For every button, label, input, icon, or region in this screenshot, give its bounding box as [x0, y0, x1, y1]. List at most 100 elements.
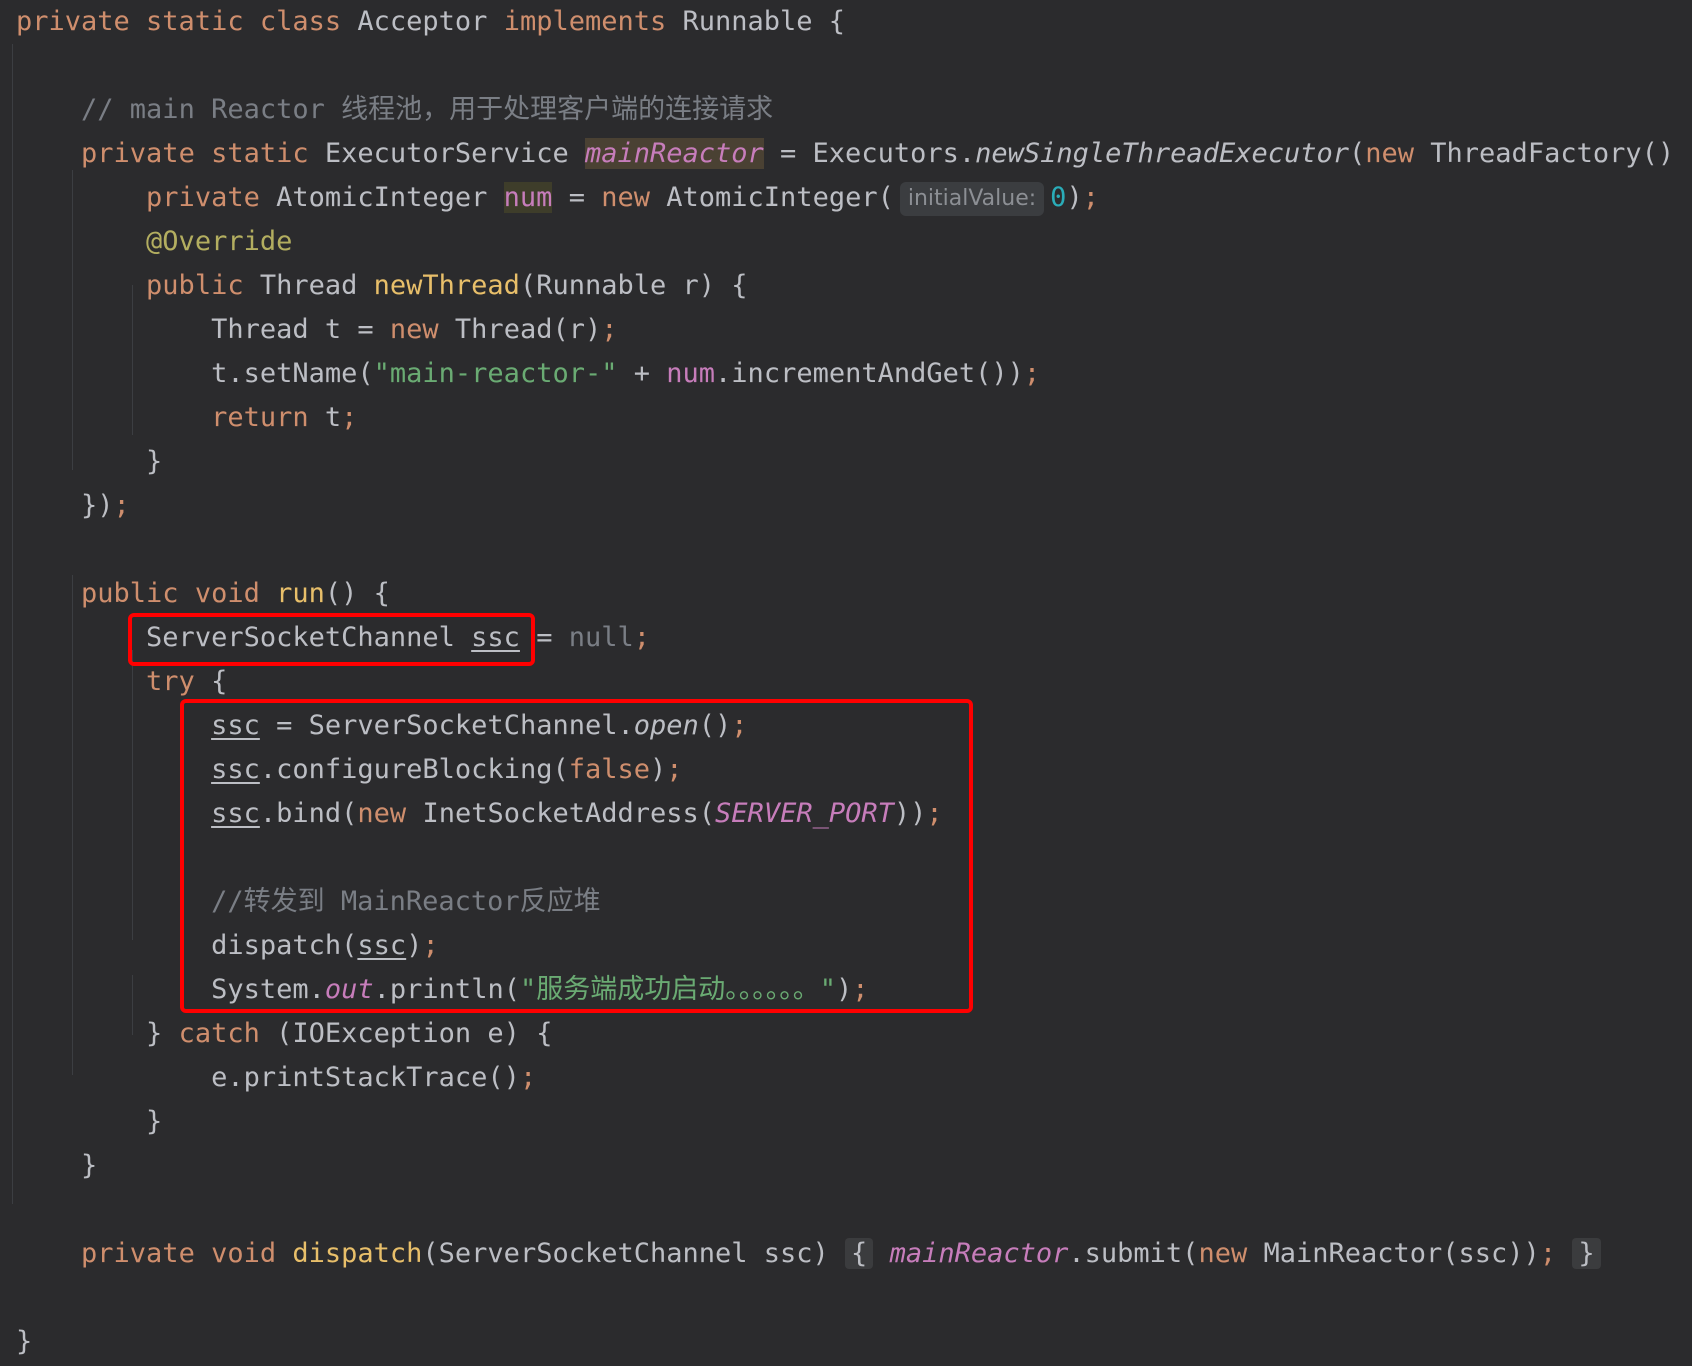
code-token: ExecutorService — [324, 138, 585, 169]
code-token: num — [503, 182, 553, 213]
code-token: .incrementAndGet()) — [715, 358, 1024, 389]
code-token: catch — [178, 1018, 277, 1049]
code-token: "main-reactor-" — [373, 358, 618, 389]
code-token: run — [276, 578, 325, 609]
code-line[interactable]: private AtomicInteger num = new AtomicIn… — [16, 176, 1099, 220]
code-token: ; — [1023, 358, 1041, 389]
code-token: private void — [81, 1238, 293, 1269]
code-token: } — [146, 1018, 179, 1049]
code-token: { — [211, 666, 228, 697]
code-token: = — [552, 182, 602, 213]
code-token: private static class — [16, 6, 358, 37]
code-token: AtomicInteger( — [666, 182, 894, 213]
code-token: Thread(r) — [454, 314, 602, 345]
code-token: new — [1365, 138, 1431, 169]
code-line[interactable]: e.printStackTrace(); — [16, 1056, 536, 1100]
code-token: MainReactor(ssc)) — [1263, 1238, 1540, 1269]
code-line[interactable]: @Override — [16, 220, 292, 264]
code-token: }) — [81, 490, 114, 521]
code-line[interactable]: public void run() { — [16, 572, 390, 616]
code-token: ThreadFactory() { — [1430, 138, 1692, 169]
code-token: + — [617, 358, 667, 389]
code-line[interactable]: private void dispatch(ServerSocketChanne… — [16, 1232, 1601, 1276]
code-token: e.printStackTrace() — [211, 1062, 520, 1093]
code-token: private — [146, 182, 277, 213]
code-token: Runnable { — [682, 6, 846, 37]
code-token: ) — [1066, 182, 1083, 213]
code-token: } — [16, 1326, 33, 1357]
code-line[interactable]: try { — [16, 660, 227, 704]
code-token: newSingleThreadExecutor — [975, 138, 1349, 169]
code-token: num — [666, 358, 716, 389]
code-token: @Override — [146, 226, 293, 257]
code-line[interactable]: return t; — [16, 396, 357, 440]
code-token: try — [146, 666, 212, 697]
code-line[interactable]: }); — [16, 484, 130, 528]
code-token: new — [1198, 1238, 1264, 1269]
code-line[interactable]: } — [16, 1320, 32, 1364]
code-token: AtomicInteger — [276, 182, 504, 213]
code-token: } — [146, 446, 163, 477]
code-line[interactable]: } — [16, 440, 162, 484]
parameter-hint: initialValue: — [899, 181, 1045, 216]
code-token: mainReactor — [584, 138, 764, 169]
code-token: public — [146, 270, 260, 301]
code-token: Acceptor — [357, 6, 504, 37]
indent-guide — [12, 44, 13, 1204]
code-line[interactable]: public Thread newThread(Runnable r) { — [16, 264, 748, 308]
code-token: ( — [1348, 138, 1366, 169]
code-token: Thread t = — [211, 314, 390, 345]
code-token: private static — [81, 138, 325, 169]
code-token: } — [146, 1106, 163, 1137]
code-token: ; — [341, 402, 358, 433]
code-token: t — [324, 402, 342, 433]
code-line[interactable]: // main Reactor 线程池，用于处理客户端的连接请求 — [16, 88, 773, 132]
code-line[interactable]: } catch (IOException e) { — [16, 1012, 552, 1056]
code-line[interactable]: } — [16, 1100, 162, 1144]
code-token: return — [211, 402, 325, 433]
code-token: (Runnable r) { — [519, 270, 748, 301]
code-token: ; — [519, 1062, 537, 1093]
code-token: mainReactor — [889, 1238, 1069, 1269]
declaration-highlight-box — [128, 613, 535, 666]
code-token: public void — [81, 578, 277, 609]
code-token: } — [81, 1150, 98, 1181]
code-token: // main Reactor 线程池，用于处理客户端的连接请求 — [81, 94, 774, 125]
code-token: implements — [503, 6, 683, 37]
code-line[interactable]: t.setName("main-reactor-" + num.incremen… — [16, 352, 1040, 396]
code-token: dispatch — [292, 1238, 423, 1269]
code-line[interactable]: Thread t = new Thread(r); — [16, 308, 618, 352]
code-token: Thread — [259, 270, 374, 301]
code-token: (ServerSocketChannel ssc) — [422, 1238, 846, 1269]
code-token: ; — [633, 622, 651, 653]
code-token: t.setName( — [211, 358, 374, 389]
code-token: ; — [601, 314, 618, 345]
code-token: = Executors. — [763, 138, 976, 169]
code-editor[interactable]: private static class Acceptor implements… — [0, 0, 1692, 1366]
code-line[interactable]: private static ExecutorService mainReact… — [16, 132, 1692, 176]
code-token: ; — [113, 490, 130, 521]
code-token: null — [568, 622, 634, 653]
code-line[interactable]: private static class Acceptor implements… — [16, 0, 845, 44]
code-token: ; — [1539, 1238, 1557, 1269]
code-line[interactable]: } — [16, 1144, 97, 1188]
code-token: new — [389, 314, 455, 345]
